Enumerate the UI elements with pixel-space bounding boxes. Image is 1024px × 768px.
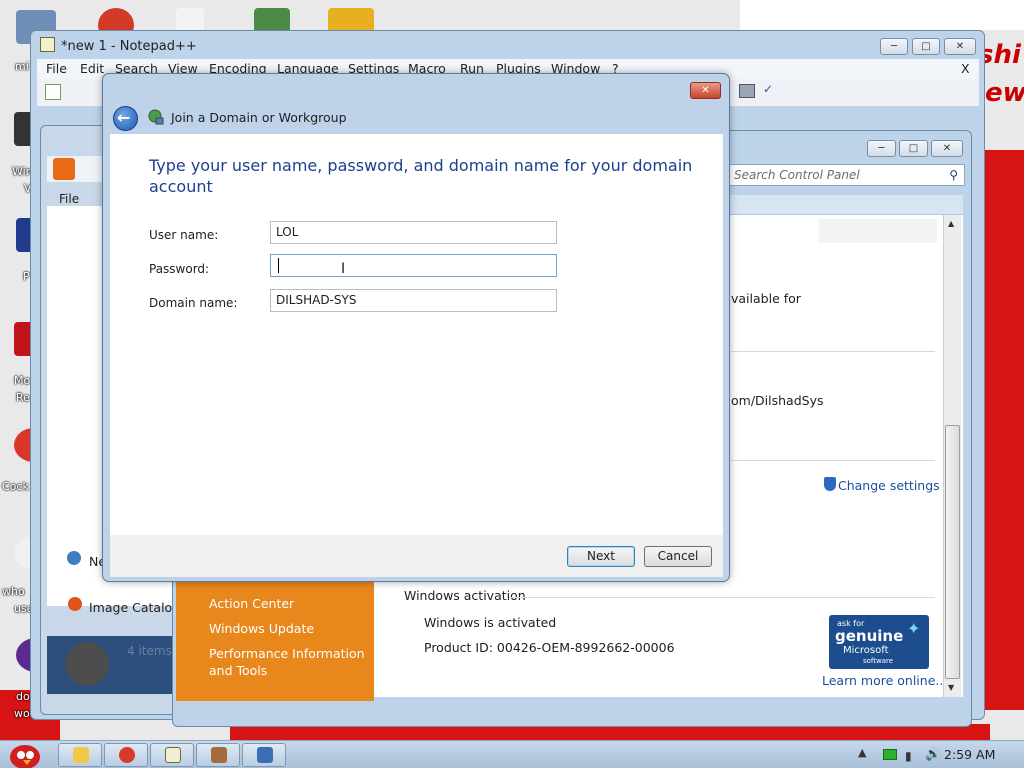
start-button-icon[interactable] [4, 741, 46, 768]
show-hidden-icons-icon[interactable]: ▲ [858, 746, 866, 759]
cancel-button[interactable]: Cancel [644, 546, 712, 567]
learn-more-link[interactable]: Learn more online... [822, 673, 947, 688]
divider [509, 597, 935, 598]
network-globe-icon [148, 109, 164, 125]
system-info-text: vailable for [731, 291, 801, 306]
next-button[interactable]: Next [567, 546, 635, 567]
support-url-text: om/DilshadSys [731, 393, 824, 408]
genuine-line: genuine [835, 627, 904, 645]
menu-edit[interactable]: Edit [80, 61, 104, 76]
network-tray-icon[interactable] [883, 749, 897, 760]
genuine-microsoft-badge[interactable]: ask for genuine Microsoft software ✦ [829, 615, 929, 669]
dialog-close-button[interactable]: ✕ [690, 82, 721, 99]
scroll-down-icon[interactable]: ▼ [948, 683, 954, 692]
action-center-link[interactable]: Action Center [209, 595, 294, 612]
print-icon[interactable] [739, 84, 755, 98]
search-icon[interactable]: ⚲ [949, 168, 958, 182]
genuine-line: software [863, 657, 894, 665]
see-also-panel: Action Center Windows Update Performance… [176, 579, 374, 701]
divider [731, 351, 935, 352]
star-icon: ✦ [907, 619, 921, 638]
close-button[interactable]: ✕ [944, 38, 976, 55]
windows-update-link[interactable]: Windows Update [209, 620, 314, 637]
password-label: Password: [149, 262, 210, 276]
wallpaper-swirl [985, 150, 1024, 710]
scrollbar-thumb[interactable] [945, 425, 960, 679]
minimize-button[interactable]: ─ [867, 140, 896, 157]
scroll-up-icon[interactable]: ▲ [948, 219, 954, 228]
username-field[interactable]: LOL [270, 221, 557, 244]
menu-file[interactable]: File [46, 61, 67, 76]
maximize-button[interactable]: □ [912, 38, 940, 55]
maximize-button[interactable]: □ [899, 140, 928, 157]
clock[interactable]: 2:59 AM [944, 747, 995, 762]
notepad-icon [40, 37, 55, 52]
taskbar-explorer-button[interactable] [58, 743, 102, 767]
genuine-line: Microsoft [843, 645, 889, 656]
computer-icon [257, 747, 273, 763]
notepad-icon [165, 747, 181, 763]
activation-title: Windows activation [404, 588, 526, 603]
notepad-title: *new 1 - Notepad++ [61, 39, 197, 54]
scrollbar[interactable]: ▲ ▼ [943, 215, 961, 697]
back-arrow-icon: ← [117, 108, 131, 127]
folder-icon [73, 747, 89, 763]
spellcheck-icon[interactable]: ✓ [763, 82, 773, 96]
close-document-icon[interactable]: X [961, 61, 970, 76]
desktop-label: P [23, 270, 30, 283]
dialog-heading: Type your user name, password, and domai… [149, 156, 693, 196]
desktop-label: who [2, 585, 25, 598]
taskbar: ▲ ▮ 🔊 2:59 AM [0, 740, 1024, 768]
username-label: User name: [149, 228, 219, 242]
dialog-content: Type your user name, password, and domai… [110, 134, 723, 535]
search-box[interactable]: Search Control Panel ⚲ [729, 164, 965, 186]
password-field[interactable] [270, 254, 557, 277]
performance-info-link[interactable]: Performance Information and Tools [209, 645, 369, 679]
domain-field[interactable]: DILSHAD-SYS [270, 289, 557, 312]
new-file-icon[interactable] [45, 84, 61, 100]
close-button[interactable]: ✕ [931, 140, 963, 157]
uac-shield-icon[interactable] [824, 477, 836, 491]
explorer-items-count: 4 items [127, 644, 172, 658]
tools-icon [211, 747, 227, 763]
explorer-nav-image-catalog[interactable]: Image Catalog [89, 600, 180, 615]
wallpaper-banner: ew [985, 78, 1024, 108]
back-button[interactable]: ← [113, 106, 138, 131]
taskbar-app-button[interactable] [196, 743, 240, 767]
taskbar-chrome-button[interactable] [104, 743, 148, 767]
activation-status: Windows is activated [424, 615, 557, 630]
change-settings-link[interactable]: Change settings [838, 478, 940, 493]
explorer-menu-file[interactable]: File [59, 192, 79, 206]
dialog-footer: Next Cancel [110, 535, 723, 577]
oem-logo [819, 219, 937, 243]
desktop-label: mi [15, 60, 29, 73]
product-id: Product ID: 00426-OEM-8992662-00006 [424, 640, 675, 655]
taskbar-system-button[interactable] [242, 743, 286, 767]
chrome-icon [119, 747, 135, 763]
domain-label: Domain name: [149, 296, 238, 310]
join-domain-dialog: ✕ ← Join a Domain or Workgroup Type your… [102, 73, 730, 582]
taskbar-notepad-button[interactable] [150, 743, 194, 767]
volume-icon[interactable]: 🔊 [925, 747, 941, 762]
desktop-label: Mo [14, 374, 31, 387]
minimize-button[interactable]: ─ [880, 38, 908, 55]
ibeam-cursor-icon: I [341, 261, 346, 277]
search-input[interactable]: Search Control Panel [734, 168, 860, 182]
desktop-label: Cock [2, 480, 29, 493]
dialog-title: Join a Domain or Workgroup [171, 110, 347, 125]
explorer-back-icon[interactable] [53, 158, 75, 180]
wallpaper-swirl [740, 0, 1024, 30]
desktop-label: do [16, 690, 30, 703]
image-catalog-icon[interactable] [68, 597, 82, 611]
power-tray-icon[interactable]: ▮ [905, 749, 912, 763]
drive-icon [65, 642, 109, 686]
text-caret [278, 258, 279, 273]
network-icon[interactable] [67, 551, 81, 565]
desktop-label: Re [16, 391, 30, 404]
divider [731, 460, 935, 461]
